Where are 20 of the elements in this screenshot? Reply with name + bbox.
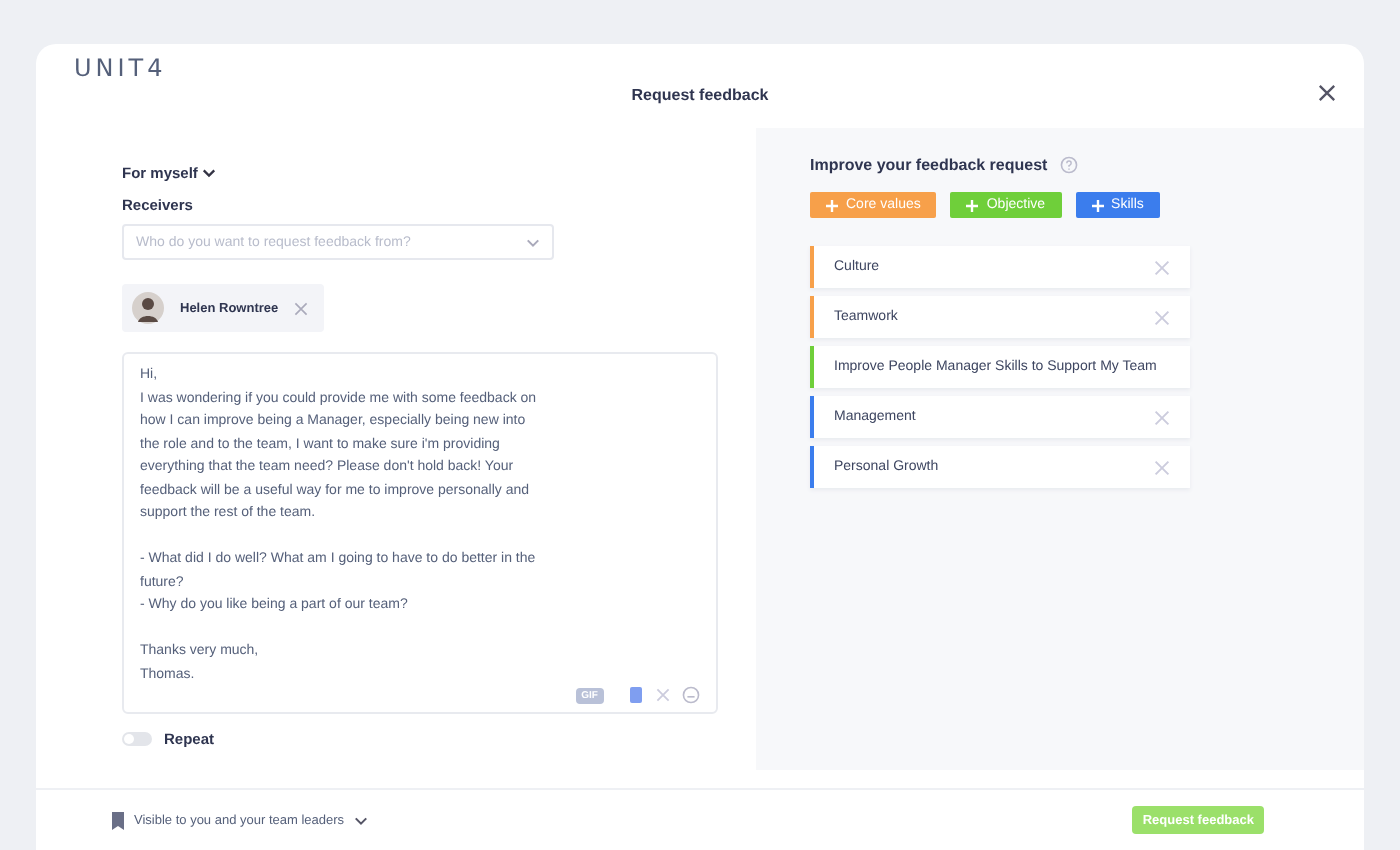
remove-icon[interactable] bbox=[1154, 459, 1170, 475]
repeat-toggle[interactable] bbox=[122, 732, 152, 746]
chevron-icon bbox=[201, 168, 216, 178]
help-icon[interactable] bbox=[1059, 156, 1078, 174]
remove-icon[interactable] bbox=[1154, 309, 1170, 325]
document-icon[interactable] bbox=[628, 686, 644, 704]
plus-icon bbox=[966, 199, 979, 211]
logo: UNIT4 bbox=[74, 54, 167, 82]
plus-icon bbox=[826, 199, 838, 211]
remove-icon[interactable] bbox=[1154, 409, 1170, 425]
emoji-icon[interactable] bbox=[682, 686, 700, 704]
bookmark-icon bbox=[112, 811, 124, 829]
close-icon[interactable] bbox=[1318, 84, 1336, 102]
chevron-icon[interactable] bbox=[354, 815, 369, 825]
remove-icon[interactable] bbox=[294, 301, 309, 315]
window-title: Request feedback bbox=[629, 86, 771, 104]
panel-title: Improve your feedback request bbox=[810, 156, 1048, 174]
avatar-icon bbox=[132, 292, 164, 324]
plus-icon bbox=[1091, 199, 1104, 211]
remove-icon[interactable] bbox=[1154, 259, 1170, 275]
